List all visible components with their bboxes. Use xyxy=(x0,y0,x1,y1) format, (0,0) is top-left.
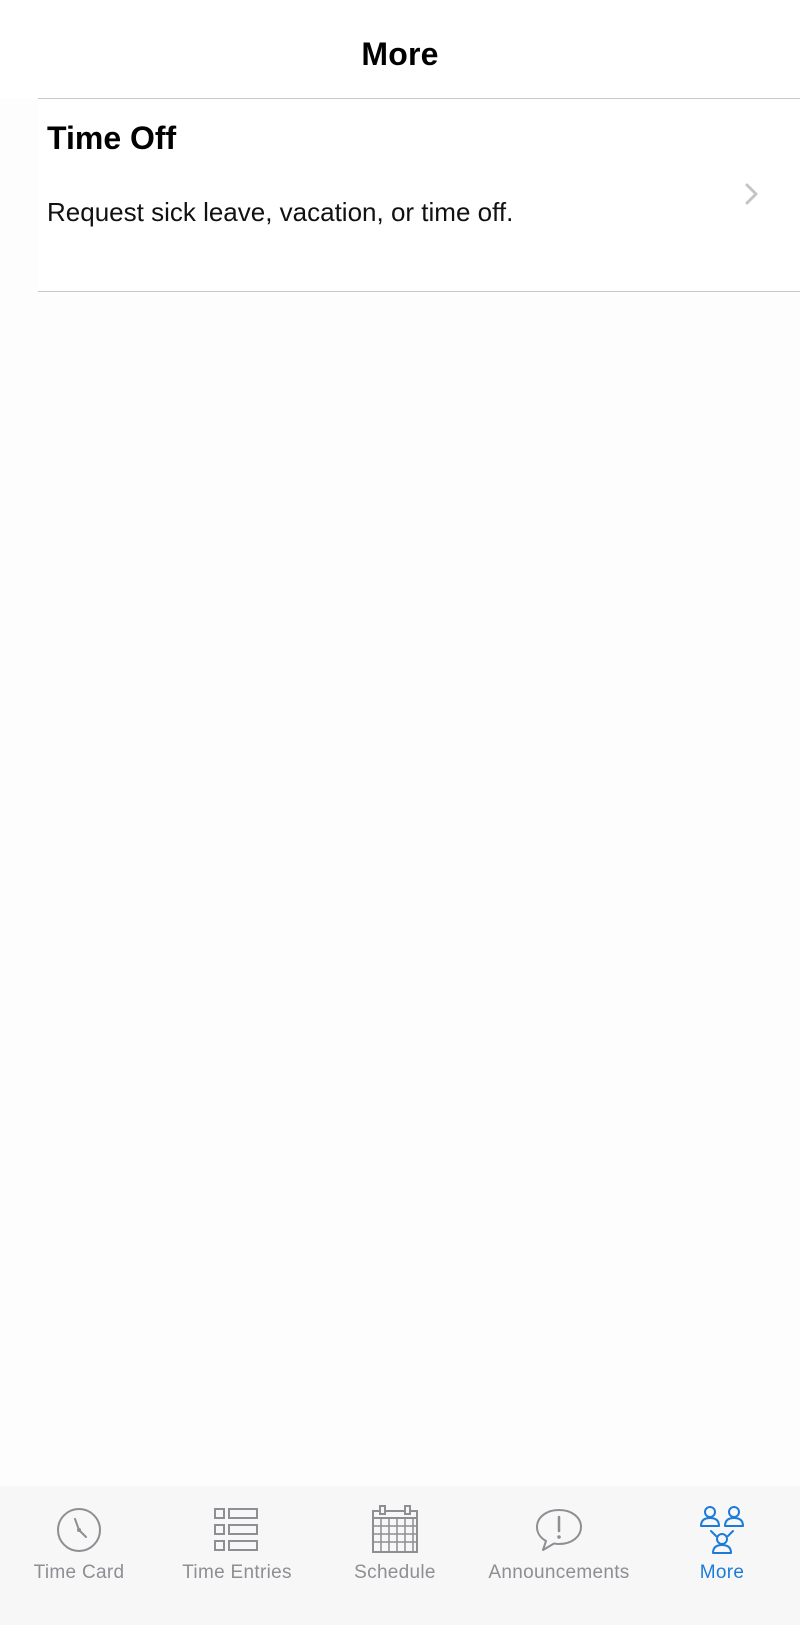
divider xyxy=(38,291,800,292)
tab-label: Announcements xyxy=(488,1562,630,1583)
calendar-icon xyxy=(372,1505,418,1553)
speech-bubble-icon xyxy=(536,1509,582,1551)
list-item-time-off[interactable]: Time Off Request sick leave, vacation, o… xyxy=(38,99,800,291)
tab-time-card[interactable]: Time Card xyxy=(0,1486,158,1596)
list-icon xyxy=(214,1508,258,1551)
clock-icon xyxy=(57,1508,101,1552)
tab-announcements[interactable]: Announcements xyxy=(474,1486,644,1596)
tab-time-entries[interactable]: Time Entries xyxy=(158,1486,316,1596)
navigation-bar: More xyxy=(0,0,800,99)
page-title: More xyxy=(361,36,439,72)
tab-label: More xyxy=(699,1562,745,1583)
people-icon xyxy=(700,1506,744,1554)
list-item-title: Time Off xyxy=(47,120,177,156)
tab-label: Schedule xyxy=(354,1562,436,1583)
tab-more[interactable]: More xyxy=(644,1486,800,1596)
tab-label: Time Entries xyxy=(182,1562,292,1583)
list-item-subtitle: Request sick leave, vacation, or time of… xyxy=(47,197,514,227)
tab-bar: Time Card Time Entries Schedule Announce… xyxy=(0,1486,800,1625)
tab-schedule[interactable]: Schedule xyxy=(316,1486,474,1596)
tab-label: Time Card xyxy=(33,1562,125,1583)
chevron-right-icon xyxy=(745,183,758,205)
